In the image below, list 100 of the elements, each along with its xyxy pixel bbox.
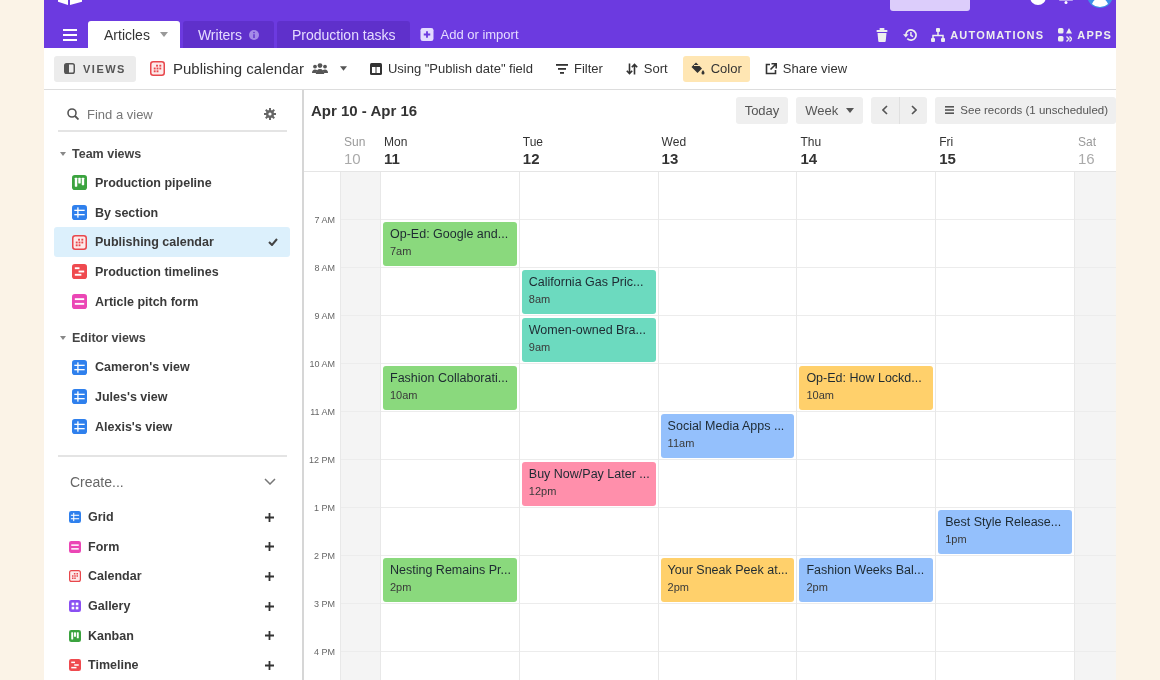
bell-icon[interactable] bbox=[1059, 0, 1073, 4]
event-time: 2pm bbox=[667, 581, 689, 594]
day-number: 10 bbox=[344, 150, 361, 168]
form-icon bbox=[72, 294, 87, 310]
chevron-left-icon bbox=[882, 105, 889, 115]
today-button[interactable]: Today bbox=[735, 96, 789, 124]
create-view-item[interactable]: Grid bbox=[54, 502, 290, 533]
day-name: Wed bbox=[661, 135, 687, 149]
calendar-event[interactable]: Buy Now/Pay Later ... 12pm bbox=[521, 462, 656, 506]
table-tab[interactable]: Writers bbox=[182, 21, 274, 48]
section-title[interactable]: Editor views bbox=[72, 331, 146, 346]
grid-icon bbox=[72, 419, 87, 435]
add-icon bbox=[420, 28, 435, 41]
calendar-event[interactable]: Op-Ed: Google and... 7am bbox=[383, 222, 517, 266]
table-tab[interactable]: Articles bbox=[88, 21, 180, 48]
trash-icon bbox=[875, 27, 890, 42]
event-title: Nesting Remains Pr... bbox=[390, 563, 511, 578]
create-heading: Create... bbox=[70, 473, 125, 490]
hour-label: 11 AM bbox=[310, 407, 335, 417]
calendar-event[interactable]: Op-Ed: How Lockd... 10am bbox=[799, 366, 934, 410]
search-field[interactable]: Find a view bbox=[87, 106, 256, 122]
view-switcher[interactable]: Publishing calendar bbox=[149, 55, 347, 82]
event-title: California Gas Pric... bbox=[528, 275, 644, 290]
section-title[interactable]: Team views bbox=[72, 147, 142, 161]
hour-label: 3 PM bbox=[314, 599, 335, 609]
date-field-button[interactable]: Using "Publish date" field bbox=[361, 55, 541, 82]
create-view-item[interactable]: Calendar bbox=[54, 561, 290, 592]
day-name: Fri bbox=[939, 135, 954, 149]
view-item[interactable]: Publishing calendar bbox=[54, 227, 290, 258]
form-icon bbox=[69, 540, 81, 553]
period-dropdown[interactable]: Week bbox=[796, 96, 864, 124]
view-item[interactable]: Alexis's view bbox=[54, 411, 290, 442]
create-view-item[interactable]: Form bbox=[54, 532, 290, 562]
calendar-icon bbox=[69, 570, 81, 583]
plus-icon bbox=[265, 512, 274, 522]
calendar-event[interactable]: Your Sneak Peek at... 2pm bbox=[660, 558, 795, 602]
sort-icon bbox=[625, 62, 638, 75]
calendar-event[interactable]: Fashion Weeks Bal... 2pm bbox=[799, 558, 934, 602]
view-item[interactable]: Cameron's view bbox=[54, 352, 290, 383]
list-icon bbox=[945, 106, 955, 114]
hour-label: 1 PM bbox=[314, 503, 335, 513]
calendar-event[interactable]: Women-owned Bra... 9am bbox=[521, 318, 656, 362]
calendar-event[interactable]: Fashion Collaborati... 10am bbox=[383, 366, 517, 410]
event-time: 8am bbox=[528, 293, 551, 306]
view-item[interactable]: Jules's view bbox=[54, 382, 290, 412]
create-view-item[interactable]: Kanban bbox=[54, 620, 290, 651]
help-icon[interactable] bbox=[1030, 0, 1046, 5]
hour-label: 10 AM bbox=[309, 359, 335, 369]
chevron-icon[interactable] bbox=[264, 478, 276, 485]
toolbar-button[interactable]: Color bbox=[682, 55, 750, 82]
plus-icon bbox=[265, 572, 274, 581]
menu-icon[interactable] bbox=[63, 29, 77, 41]
plus-icon bbox=[265, 631, 274, 641]
event-title: Best Style Release... bbox=[945, 515, 1062, 530]
share-icon bbox=[764, 62, 777, 75]
search-icon bbox=[67, 108, 79, 120]
logo-icon[interactable] bbox=[58, 0, 82, 5]
day-number: 14 bbox=[800, 150, 818, 168]
hour-label: 7 AM bbox=[314, 215, 335, 225]
see-records-button[interactable]: See records (1 unscheduled) bbox=[935, 96, 1116, 124]
paint-bucket-icon bbox=[690, 62, 705, 75]
calendar-event[interactable]: California Gas Pric... 8am bbox=[521, 270, 656, 314]
expand-triangle-icon[interactable] bbox=[60, 336, 66, 341]
hour-label: 9 AM bbox=[314, 311, 335, 321]
day-number: 11 bbox=[384, 150, 400, 168]
avatar-icon[interactable] bbox=[1087, 0, 1113, 8]
toolbar-button[interactable]: Share view bbox=[756, 55, 856, 82]
create-view-item[interactable]: Timeline bbox=[54, 650, 290, 680]
history-icon bbox=[903, 27, 918, 42]
day-name: Mon bbox=[384, 135, 408, 149]
toolbar-button[interactable]: AUTOMATIONS bbox=[931, 24, 1045, 45]
create-view-item[interactable]: Gallery bbox=[54, 591, 290, 621]
calendar-event[interactable]: Social Media Apps ... 11am bbox=[660, 414, 795, 458]
view-item[interactable]: By section bbox=[54, 197, 290, 228]
calendar-event[interactable]: Nesting Remains Pr... 2pm bbox=[383, 558, 517, 602]
filter-icon bbox=[555, 62, 568, 75]
day-number: 16 bbox=[1078, 150, 1095, 168]
settings-icon[interactable] bbox=[264, 108, 276, 120]
kanban-icon bbox=[69, 629, 81, 642]
caret-icon bbox=[846, 107, 855, 113]
views-button[interactable]: VIEWS bbox=[54, 55, 136, 82]
add-import-button[interactable]: Add or import bbox=[420, 21, 519, 48]
table-tab[interactable]: Production tasks bbox=[277, 21, 411, 48]
view-item[interactable]: Article pitch form bbox=[54, 286, 290, 317]
calendar-icon bbox=[149, 61, 165, 76]
hierarchy-icon bbox=[931, 27, 946, 42]
view-item[interactable]: Production pipeline bbox=[54, 168, 290, 198]
event-title: Social Media Apps ... bbox=[667, 419, 785, 434]
event-title: Op-Ed: How Lockd... bbox=[806, 371, 922, 386]
view-item[interactable]: Production timelines bbox=[54, 257, 290, 287]
calendar-event[interactable]: Best Style Release... 1pm bbox=[938, 510, 1072, 554]
toolbar-button[interactable]: Sort bbox=[617, 55, 676, 82]
event-title: Your Sneak Peek at... bbox=[667, 563, 789, 578]
caret-icon bbox=[159, 32, 168, 37]
toolbar-button[interactable]: Filter bbox=[547, 55, 611, 82]
toolbar-button[interactable]: APPS bbox=[1058, 24, 1112, 45]
hour-label: 8 AM bbox=[314, 263, 335, 273]
expand-triangle-icon[interactable] bbox=[60, 152, 66, 156]
gallery-icon bbox=[69, 600, 81, 613]
event-time: 7am bbox=[390, 245, 412, 258]
